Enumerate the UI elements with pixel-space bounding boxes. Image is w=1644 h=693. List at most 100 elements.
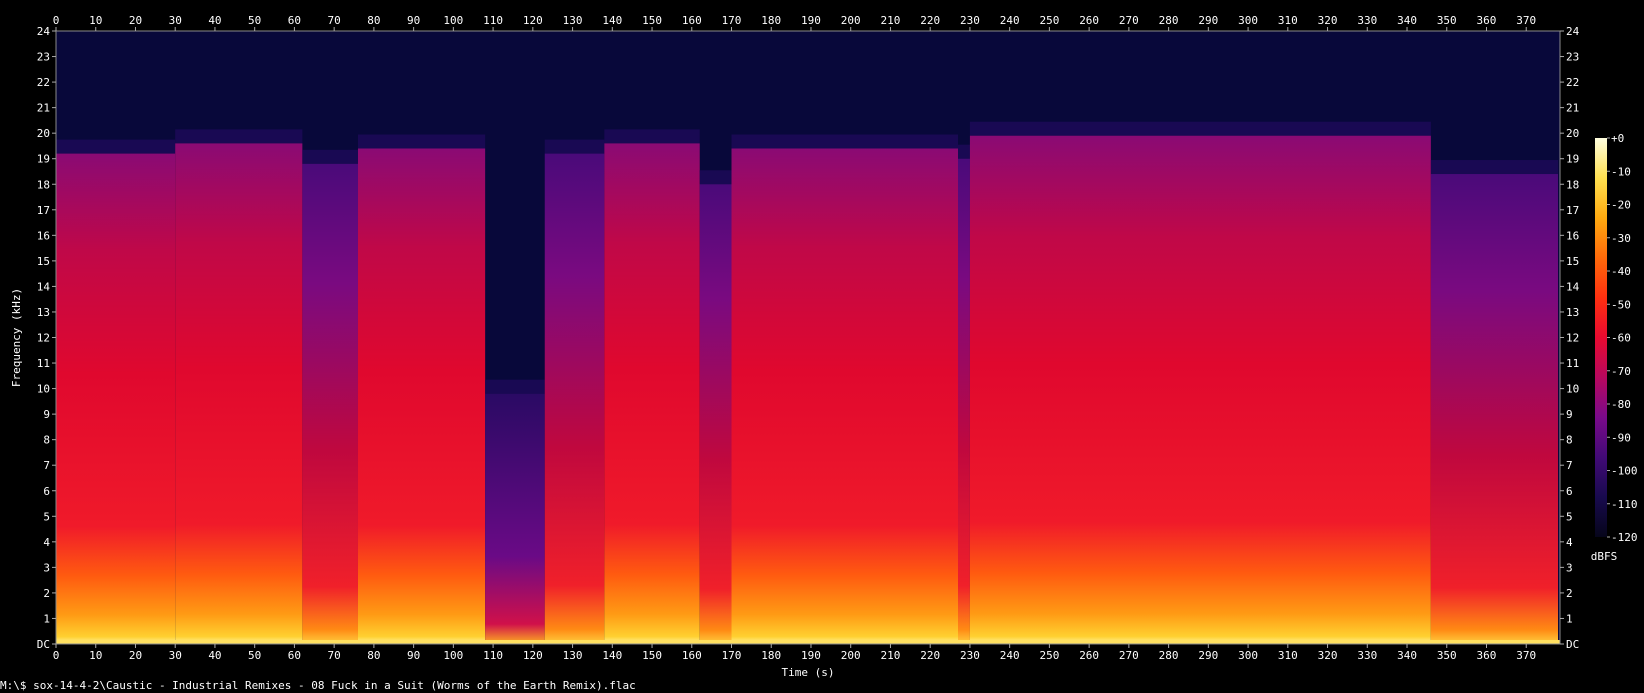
x-tick-label-bottom: 180 bbox=[761, 649, 781, 662]
segment-fade-3 bbox=[357, 134, 486, 149]
segment-fade-8 bbox=[731, 134, 959, 149]
spectrum-segment-8 bbox=[731, 148, 959, 644]
x-tick-label-bottom: 270 bbox=[1119, 649, 1139, 662]
x-tick-label-bottom: 60 bbox=[288, 649, 301, 662]
x-tick-label-bottom: 30 bbox=[169, 649, 182, 662]
x-tick-label-top: 110 bbox=[483, 14, 503, 27]
x-tick-label-top: 250 bbox=[1039, 14, 1059, 27]
spectrum-segment-7 bbox=[699, 184, 732, 644]
colorbar-tick-label: -10 bbox=[1611, 165, 1631, 178]
y-tick-label-left: 3 bbox=[43, 561, 50, 574]
x-tick-label-bottom: 90 bbox=[407, 649, 420, 662]
y-tick-label-left: 1 bbox=[43, 612, 50, 625]
y-tick-label-right: 16 bbox=[1566, 229, 1579, 242]
y-tick-label-right: 13 bbox=[1566, 306, 1579, 319]
x-tick-label-top: 220 bbox=[920, 14, 940, 27]
y-tick-label-left: 2 bbox=[43, 587, 50, 600]
x-tick-label-bottom: 120 bbox=[523, 649, 543, 662]
segment-fade-5 bbox=[544, 139, 605, 154]
spectrum-segment-0 bbox=[56, 153, 176, 644]
y-tick-label-right: 11 bbox=[1566, 357, 1579, 370]
y-tick-label-left: 18 bbox=[37, 178, 50, 191]
x-tick-label-bottom: 20 bbox=[129, 649, 142, 662]
x-tick-label-top: 70 bbox=[328, 14, 341, 27]
x-tick-label-top: 300 bbox=[1238, 14, 1258, 27]
x-tick-label-bottom: 70 bbox=[328, 649, 341, 662]
colorbar-tick-label: -40 bbox=[1611, 265, 1631, 278]
y-tick-label-left: 7 bbox=[43, 459, 50, 472]
x-tick-label-bottom: 40 bbox=[208, 649, 221, 662]
y-tick-label-right: 7 bbox=[1566, 459, 1573, 472]
x-tick-label-bottom: 360 bbox=[1477, 649, 1497, 662]
colorbar-tick-label: -30 bbox=[1611, 232, 1631, 245]
x-tick-label-top: 60 bbox=[288, 14, 301, 27]
y-tick-label-right: 4 bbox=[1566, 536, 1573, 549]
x-tick-label-top: 330 bbox=[1357, 14, 1377, 27]
x-tick-label-bottom: 230 bbox=[960, 649, 980, 662]
x-tick-label-top: 230 bbox=[960, 14, 980, 27]
x-tick-label-top: 30 bbox=[169, 14, 182, 27]
colorbar: +0 -10 -20 -30 -40 -50 -60 -70 -80 -90 -100 -110 -12… bbox=[1591, 132, 1638, 563]
spectrum-segment-9 bbox=[958, 158, 970, 645]
y-tick-label-left: 8 bbox=[43, 434, 50, 447]
segment-fade-1 bbox=[175, 129, 303, 144]
y-tick-label-left: 17 bbox=[37, 204, 50, 217]
y-tick-label-right: 8 bbox=[1566, 434, 1573, 447]
spectrum-segment-5 bbox=[544, 153, 605, 644]
y-tick-label-left: 9 bbox=[43, 408, 50, 421]
y-axis-label: Frequency (kHz) bbox=[10, 288, 23, 387]
y-tick-label-left: 15 bbox=[37, 255, 50, 268]
x-tick-label-top: 360 bbox=[1477, 14, 1497, 27]
y-tick-label-right: 20 bbox=[1566, 127, 1579, 140]
x-tick-label-top: 160 bbox=[682, 14, 702, 27]
colorbar-tick-label: -20 bbox=[1611, 199, 1631, 212]
x-tick-label-bottom: 310 bbox=[1278, 649, 1298, 662]
x-tick-label-bottom: 260 bbox=[1079, 649, 1099, 662]
x-tick-label-bottom: 150 bbox=[642, 649, 662, 662]
file-caption: M:\$ sox-14-4-2\Caustic - Industrial Rem… bbox=[0, 679, 636, 692]
x-tick-label-top: 20 bbox=[129, 14, 142, 27]
y-tick-label-right: 2 bbox=[1566, 587, 1573, 600]
x-tick-label-bottom: 210 bbox=[881, 649, 901, 662]
y-tick-label-left: DC bbox=[37, 638, 50, 651]
spectrum-segment-3 bbox=[357, 148, 486, 644]
x-tick-label-top: 120 bbox=[523, 14, 543, 27]
spectrum-segment-11 bbox=[1430, 174, 1559, 645]
x-tick-label-bottom: 160 bbox=[682, 649, 702, 662]
y-tick-label-right: 14 bbox=[1566, 280, 1580, 293]
spectrum-segment-1 bbox=[175, 143, 303, 644]
colorbar-tick-label: -80 bbox=[1611, 398, 1631, 411]
x-tick-label-bottom: 370 bbox=[1516, 649, 1536, 662]
y-tick-label-left: 23 bbox=[37, 51, 50, 64]
x-tick-label-bottom: 140 bbox=[602, 649, 622, 662]
y-tick-label-left: 6 bbox=[43, 485, 50, 498]
x-tick-label-bottom: 190 bbox=[801, 649, 821, 662]
segment-fade-10 bbox=[969, 121, 1431, 136]
spectrum-segment-4 bbox=[485, 393, 545, 644]
y-tick-label-left: 10 bbox=[37, 383, 50, 396]
x-tick-label-top: 210 bbox=[881, 14, 901, 27]
y-tick-label-left: 22 bbox=[37, 76, 50, 89]
x-tick-label-bottom: 250 bbox=[1039, 649, 1059, 662]
segment-fade-11 bbox=[1430, 160, 1559, 175]
x-tick-label-bottom: 350 bbox=[1437, 649, 1457, 662]
x-tick-label-top: 310 bbox=[1278, 14, 1298, 27]
x-tick-label-bottom: 340 bbox=[1397, 649, 1417, 662]
y-tick-label-left: 11 bbox=[37, 357, 50, 370]
y-tick-label-right: 10 bbox=[1566, 383, 1579, 396]
x-tick-label-top: 40 bbox=[208, 14, 221, 27]
x-tick-label-top: 270 bbox=[1119, 14, 1139, 27]
y-tick-label-left: 5 bbox=[43, 510, 50, 523]
y-tick-label-right: 6 bbox=[1566, 485, 1573, 498]
x-tick-label-bottom: 110 bbox=[483, 649, 503, 662]
x-tick-label-top: 50 bbox=[248, 14, 261, 27]
colorbar-tick-label: -120 bbox=[1611, 531, 1638, 544]
x-tick-label-bottom: 170 bbox=[722, 649, 742, 662]
x-tick-label-bottom: 300 bbox=[1238, 649, 1258, 662]
x-tick-label-top: 190 bbox=[801, 14, 821, 27]
colorbar-tick-label: -90 bbox=[1611, 431, 1631, 444]
colorbar-tick-label: -70 bbox=[1611, 365, 1631, 378]
x-tick-label-bottom: 0 bbox=[53, 649, 60, 662]
colorbar-tick-label: -100 bbox=[1611, 465, 1638, 478]
y-tick-label-right: 1 bbox=[1566, 612, 1573, 625]
